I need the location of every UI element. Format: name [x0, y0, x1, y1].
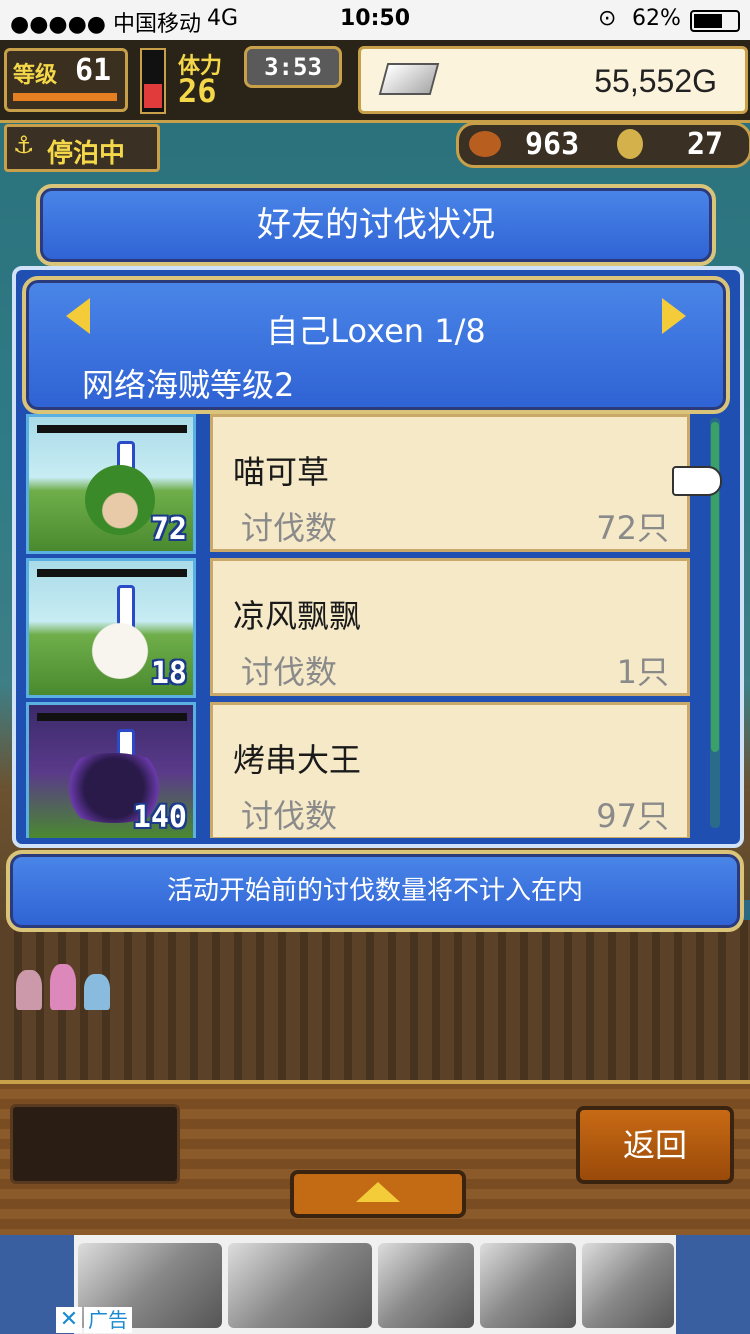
pirate-level: 网络海贼等级2: [82, 366, 295, 404]
gold-box: 55,552G: [358, 46, 748, 114]
rotation-lock-icon: ⊙: [598, 6, 617, 31]
kill-label: 讨伐数: [241, 653, 338, 691]
monster-level: 72: [150, 512, 187, 547]
empty-slot: [10, 1104, 180, 1184]
list-item[interactable]: 72 喵可草 讨伐数 72只: [26, 414, 690, 554]
hunt-list[interactable]: 72 喵可草 讨伐数 72只 18 凉风飘飘 讨伐数 1只 140 烤串大王 讨…: [26, 414, 690, 838]
pointer-hand-icon: [672, 466, 722, 496]
battery-icon: [690, 10, 740, 32]
up-arrow-icon: [356, 1182, 400, 1202]
stamina-timer: 3:53: [244, 46, 342, 88]
kill-count: 72只: [596, 509, 669, 547]
friend-name: 自己Loxen 1/8: [266, 312, 486, 350]
kill-label: 讨伐数: [241, 797, 338, 835]
kill-count: 97只: [596, 797, 669, 835]
monster-level: 140: [132, 800, 187, 835]
dialog-title: 好友的讨伐状况: [257, 205, 495, 245]
bottom-bar: 返回: [0, 1080, 750, 1239]
resource-box: 963 27: [456, 122, 750, 168]
monster-name: 烤串大王: [233, 741, 362, 779]
monster-thumbnail: 18: [26, 558, 196, 698]
ad-thumbnail: [378, 1243, 474, 1328]
level-value: 61: [75, 53, 112, 88]
monster-name: 凉风飘飘: [233, 597, 362, 635]
level-label: 等级: [13, 63, 58, 88]
meat-icon: [469, 131, 501, 157]
list-item[interactable]: 18 凉风飘飘 讨伐数 1只: [26, 558, 690, 698]
crew-sprites: [10, 960, 120, 1020]
exp-bar: [13, 93, 117, 101]
ad-thumbnail: [480, 1243, 576, 1328]
monster-name: 喵可草: [233, 453, 330, 491]
expand-menu-button[interactable]: [290, 1170, 466, 1218]
ad-thumbnail: [228, 1243, 372, 1328]
notice-banner: 活动开始前的讨伐数量将不计入在内: [6, 850, 744, 932]
clock: 10:50: [340, 6, 411, 31]
friend-header: 自己Loxen 1/8 网络海贼等级2: [22, 276, 730, 414]
list-item[interactable]: 140 烤串大王 讨伐数 97只: [26, 702, 690, 838]
ad-close-icon[interactable]: ✕: [56, 1307, 82, 1333]
ad-banner[interactable]: ✕ 广告: [0, 1235, 750, 1334]
monster-info-card: 烤串大王 讨伐数 97只: [210, 702, 690, 838]
hud-bar: 等级 61 体力 26 3:53 55,552G: [0, 40, 750, 123]
carrier: ●●●●● 中国移动: [10, 12, 201, 37]
medal-icon: [617, 129, 643, 159]
stamina-value: 26: [178, 72, 217, 110]
network-type: 4G: [207, 6, 239, 31]
ad-thumbnail: [582, 1243, 674, 1328]
monster-info-card: 喵可草 讨伐数 72只: [210, 414, 690, 552]
friend-hunt-dialog: 自己Loxen 1/8 网络海贼等级2 72 喵可草 讨伐数 72只 18 凉风…: [12, 266, 744, 848]
back-button-label: 返回: [622, 1126, 687, 1164]
dock-status-badge: ⚓ 停泊中: [4, 124, 160, 172]
stamina-gauge: [140, 48, 166, 114]
battery-percent: 62%: [632, 6, 681, 31]
kill-label: 讨伐数: [241, 509, 338, 547]
kill-count: 1只: [616, 653, 669, 691]
monster-level: 18: [150, 656, 187, 691]
monster-thumbnail: 140: [26, 702, 196, 838]
monster-info-card: 凉风飘飘 讨伐数 1只: [210, 558, 690, 696]
food-count: 963: [525, 127, 580, 162]
status-bar: ●●●●● 中国移动 4G 10:50 ⊙ 62%: [0, 0, 750, 40]
ad-image-strip[interactable]: [74, 1235, 676, 1334]
monster-thumbnail: 72: [26, 414, 196, 554]
level-box: 等级 61: [4, 48, 128, 112]
dock-status-text: 停泊中: [47, 139, 126, 169]
back-button[interactable]: 返回: [576, 1106, 734, 1184]
medal-count: 27: [687, 127, 724, 162]
notice-text: 活动开始前的讨伐数量将不计入在内: [166, 876, 583, 906]
dialog-title-banner: 好友的讨伐状况: [36, 184, 716, 266]
silver-bar-icon: [378, 63, 440, 95]
anchor-icon: ⚓: [13, 131, 35, 159]
ad-label: 广告: [84, 1307, 132, 1333]
gold-amount: 55,552G: [594, 63, 717, 99]
